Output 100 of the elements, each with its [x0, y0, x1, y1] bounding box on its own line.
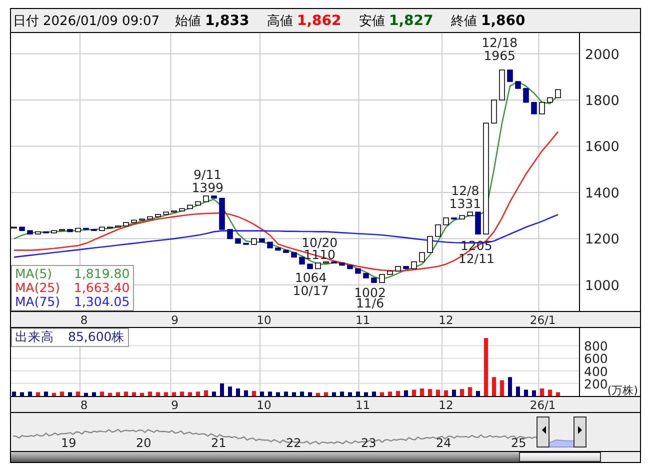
volume-bar [468, 387, 472, 396]
right-range-handle[interactable] [574, 416, 586, 448]
volume-bar [372, 392, 376, 396]
month-label: 9 [171, 398, 178, 412]
volume-bar [92, 392, 96, 396]
legend-value: 1,819.80 [74, 267, 130, 281]
volume-bar [300, 392, 304, 396]
volume-bar [108, 392, 112, 396]
volume-bar [340, 392, 344, 396]
legend-value: 1,663.40 [74, 281, 130, 295]
volume-bar [356, 392, 360, 396]
volume-bar [260, 392, 264, 396]
date-time: 2026/01/09 09:07 [43, 14, 160, 28]
axis-label: 1400 [585, 185, 620, 202]
axis-unit: (万株) [607, 384, 638, 396]
month-label: 10 [256, 398, 272, 412]
price-value: 1,833 [205, 12, 250, 28]
volume-bar [76, 392, 80, 396]
axis-label: 1200 [585, 232, 620, 248]
date-label: 日付 [13, 12, 39, 30]
volume-bar [316, 392, 320, 396]
volume-bar [532, 390, 536, 396]
volume-bar [540, 388, 544, 396]
volume-bar [204, 390, 208, 396]
volume-bar [236, 388, 240, 396]
legend-label: MA(25) [15, 281, 60, 295]
volume-bar [516, 386, 520, 396]
year-label: 21 [211, 436, 226, 450]
month-label: 26/1 [530, 313, 556, 327]
volume-bar [548, 390, 552, 396]
legend-value: 1,304.05 [74, 295, 130, 309]
volume-bar [308, 392, 312, 396]
volume-bar [348, 392, 352, 396]
volume-bar [148, 392, 152, 396]
volume-bar [428, 389, 432, 396]
volume-bar [116, 392, 120, 396]
year-label: 24 [436, 436, 452, 450]
volume-bar [492, 377, 496, 396]
month-label: 8 [80, 398, 88, 412]
volume-bar [188, 392, 192, 396]
price-label: 始値 [175, 12, 201, 30]
volume-bar [508, 377, 512, 396]
volume-bar [124, 392, 128, 396]
volume-bar [36, 392, 40, 396]
volume-bar [100, 392, 104, 396]
volume-bar [460, 389, 464, 396]
price-annotation: 1399 [192, 180, 224, 195]
volume-bar [228, 386, 232, 396]
axis-label: 400 [584, 364, 608, 379]
volume-bar [476, 390, 480, 396]
month-label: 26/1 [530, 398, 556, 412]
price-label: 安値 [359, 12, 385, 30]
volume-bar [396, 390, 400, 396]
volume-bar [420, 388, 424, 396]
volume-bar [84, 392, 88, 396]
volume-bar [452, 390, 456, 396]
price-annotation: 1064 [294, 270, 327, 285]
volume-bar [20, 392, 24, 396]
volume-bar [28, 392, 32, 396]
axis-label: 1000 [585, 278, 620, 294]
price-label: 高値 [267, 12, 293, 30]
volume-bar [180, 392, 184, 396]
price-annotation: 10/20 [302, 235, 338, 250]
price-value: 1,827 [389, 12, 434, 28]
price-annotation: 12/8 [451, 182, 480, 198]
price-annotation: 1331 [449, 196, 482, 211]
price-label: 終値 [451, 12, 477, 30]
year-label: 19 [61, 436, 76, 450]
month-label: 10 [256, 313, 272, 327]
axis-label: 200 [584, 376, 608, 392]
volume-bar [172, 392, 176, 396]
legend-label: MA(75) [15, 295, 60, 309]
year-label: 22 [286, 436, 302, 450]
price-annotation: 10/17 [292, 282, 329, 298]
volume-bar [380, 392, 384, 396]
price-annotation: 1965 [484, 48, 516, 63]
left-range-handle[interactable] [536, 416, 550, 448]
volume-bar [156, 392, 160, 396]
axis-label: 800 [584, 338, 608, 354]
volume-bar [276, 392, 280, 396]
legend-value: 85,600株 [68, 329, 125, 346]
volume-bar [60, 392, 64, 396]
month-label: 12 [438, 398, 454, 412]
price-annotation: 12/11 [458, 250, 494, 266]
month-label: 12 [438, 313, 454, 327]
price-value: 1,862 [297, 12, 342, 28]
volume-bar [412, 390, 416, 396]
legend-label: MA(5) [15, 267, 52, 281]
price-annotation: 12/18 [482, 34, 518, 50]
scrollbar-thumb[interactable] [519, 452, 601, 462]
volume-bar [12, 392, 16, 396]
month-label: 8 [80, 313, 88, 327]
volume-bar [556, 392, 560, 396]
volume-bar [268, 392, 272, 396]
scrollbar[interactable] [11, 451, 640, 462]
volume-bar [244, 390, 248, 396]
volume-bar [164, 392, 168, 396]
volume-bar [212, 392, 216, 396]
legend-label: 出来高 [15, 329, 54, 346]
volume-bar [252, 390, 256, 396]
